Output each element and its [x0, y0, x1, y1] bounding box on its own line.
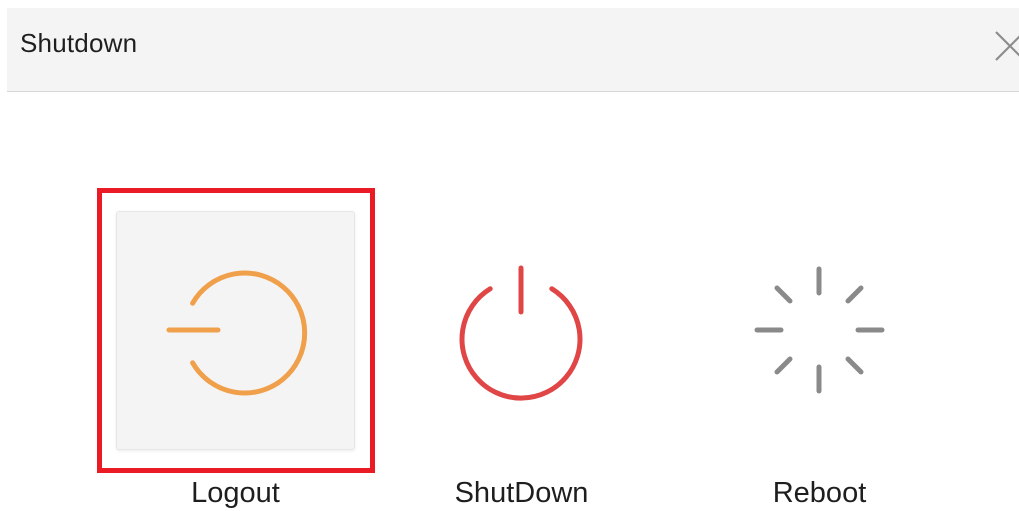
- close-button[interactable]: [983, 28, 1019, 72]
- logout-label: Logout: [191, 477, 280, 509]
- shutdown-button[interactable]: [402, 211, 641, 450]
- reboot-button[interactable]: [700, 211, 939, 450]
- logout-button[interactable]: [116, 211, 355, 450]
- power-icon: [402, 211, 641, 450]
- close-icon: [995, 31, 1019, 61]
- logout-icon: [117, 212, 356, 451]
- reboot-label: Reboot: [772, 477, 867, 509]
- reboot-spinner-icon: [700, 211, 939, 450]
- shutdown-label: ShutDown: [454, 477, 589, 509]
- dialog-title: Shutdown: [20, 28, 138, 58]
- dialog-header: Shutdown: [7, 8, 1019, 92]
